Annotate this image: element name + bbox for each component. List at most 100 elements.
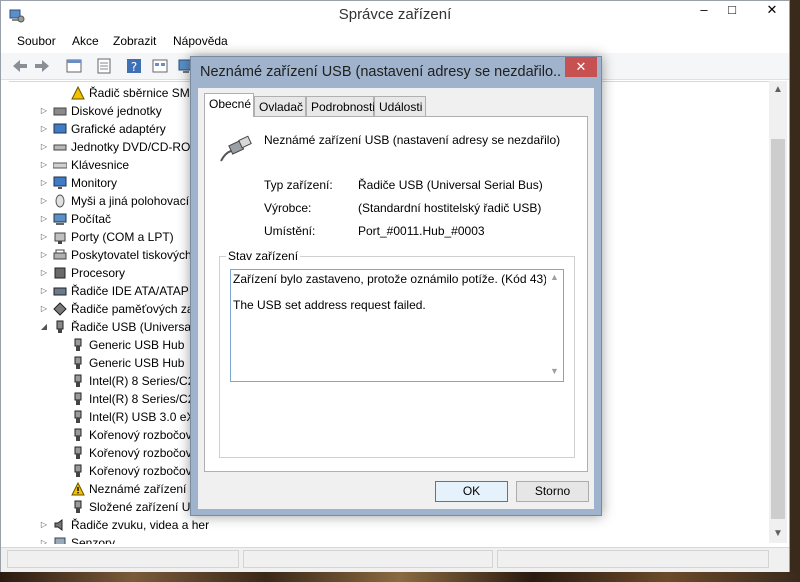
status-scrollbar[interactable]: ▲ ▼ [546,270,563,381]
disk-icon [53,104,67,118]
usb-plug-icon [71,500,85,514]
tree-item-label: Jednotky DVD/CD-ROM [71,140,201,154]
expand-arrow-icon[interactable]: ▷ [39,516,49,534]
port-icon [53,230,67,244]
printer-icon [53,248,67,262]
tree-item-label: Složené zařízení USB [89,500,207,514]
view-icon[interactable] [151,57,169,75]
status-scroll-down-icon[interactable]: ▼ [546,366,563,376]
tree-item-label: Neznámé zařízení U [89,482,199,496]
monitor-icon [53,176,67,190]
expand-arrow-icon[interactable]: ▷ [39,138,49,156]
expand-arrow-icon[interactable]: ▷ [39,210,49,228]
status-scroll-up-icon[interactable]: ▲ [546,272,563,282]
device-status-textbox[interactable]: Zařízení bylo zastaveno, protože oznámil… [230,269,564,382]
expand-arrow-icon[interactable]: ▷ [39,300,49,318]
storage-controller-icon [53,302,67,316]
usb-plug-icon [71,464,85,478]
ide-controller-icon [53,284,67,298]
tab-ovladac[interactable]: Ovladač [254,96,306,116]
expand-arrow-icon[interactable]: ▷ [39,120,49,138]
expand-arrow-icon[interactable]: ▷ [39,534,49,544]
tree-item-label: Kořenový rozbočova [89,464,199,478]
dvd-icon [53,140,67,154]
expand-arrow-icon[interactable]: ▷ [39,228,49,246]
mouse-icon [53,194,67,208]
computer-icon [53,212,67,226]
scrollbar-thumb[interactable] [771,139,785,519]
scroll-down-icon[interactable]: ▼ [769,525,787,543]
expand-arrow-icon[interactable]: ▷ [39,264,49,282]
tree-item-label: Intel(R) 8 Series/C2 [89,374,195,388]
status-pane-3 [497,550,769,568]
menu-soubor[interactable]: Soubor [17,34,56,48]
device-type-label: Typ zařízení: [264,178,333,192]
tree-item-label: Grafické adaptéry [71,122,166,136]
sensor-icon [53,536,67,544]
usb-icon [53,320,67,334]
tree-item-label: Diskové jednotky [71,104,162,118]
dialog-close-button[interactable]: ✕ [565,57,597,77]
keyboard-icon [52,158,68,172]
device-type-value: Řadiče USB (Universal Serial Bus) [358,178,543,192]
tab-panel-general: Neznámé zařízení USB (nastavení adresy s… [204,116,588,472]
location-value: Port_#0011.Hub_#0003 [358,224,485,238]
usb-plug-icon [71,338,85,352]
tree-item-label: Řadiče IDE ATA/ATAPI [71,284,193,298]
svg-text:?: ? [131,60,137,74]
properties-icon[interactable] [65,57,83,75]
warning-chip-icon [71,85,85,100]
expand-arrow-icon[interactable]: ▷ [39,156,49,174]
usb-plug-icon [71,410,85,424]
tab-podrobnosti[interactable]: Podrobnosti [306,96,375,116]
status-line-2: The USB set address request failed. [233,298,426,312]
device-status-group: Stav zařízení Zařízení bylo zastaveno, p… [219,249,575,458]
display-adapter-icon [53,122,67,136]
title-bar[interactable]: Správce zařízení – □ ✕ [1,1,789,29]
menu-zobrazit[interactable]: Zobrazit [113,34,156,48]
forward-icon[interactable] [33,57,51,75]
vertical-scrollbar[interactable]: ▲ ▼ [769,81,787,543]
usb-plug-icon [71,392,85,406]
tree-item-label: Myši a jiná polohovací [71,194,190,208]
menu-napoveda[interactable]: Nápověda [173,34,228,48]
expand-arrow-icon[interactable]: ▷ [39,246,49,264]
expand-arrow-icon[interactable]: ▷ [39,102,49,120]
show-hide-icon[interactable] [95,57,113,75]
tree-item-label: Řadiče zvuku, videa a her [71,518,210,532]
usb-plug-icon [71,374,85,388]
manufacturer-label: Výrobce: [264,201,312,215]
close-button[interactable]: ✕ [757,1,787,21]
status-pane-2 [243,550,493,568]
scroll-up-icon[interactable]: ▲ [769,81,787,99]
tree-item-label: Kořenový rozbočova [89,446,199,460]
usb-plug-icon [71,446,85,460]
minimize-button[interactable]: – [689,1,719,21]
collapse-arrow-icon[interactable]: ◢ [39,318,49,336]
ok-button[interactable]: OK [435,481,508,502]
expand-arrow-icon[interactable]: ▷ [39,282,49,300]
cancel-button[interactable]: Storno [516,481,589,502]
tree-item-label: Klávesnice [71,158,130,172]
maximize-button[interactable]: □ [717,1,747,21]
expand-arrow-icon[interactable]: ▷ [39,174,49,192]
menu-akce[interactable]: Akce [72,34,99,48]
tree-item-label: Monitory [71,176,118,190]
device-properties-dialog: Neznámé zařízení USB (nastavení adresy s… [190,56,602,516]
tab-obecne[interactable]: Obecné [204,93,254,117]
device-name: Neznámé zařízení USB (nastavení adresy s… [264,133,561,147]
back-icon[interactable] [11,57,29,75]
dialog-title[interactable]: Neznámé zařízení USB (nastavení adresy s… [200,64,560,80]
help-icon[interactable]: ? [125,57,143,75]
dialog-client-area: Obecné Ovladač Podrobnosti Události Nezn… [198,88,594,509]
tree-item-label: Poskytovatel tiskových [71,248,192,262]
tree-item-label: Procesory [71,266,126,280]
tree-item-label: Intel(R) USB 3.0 eXt [89,410,198,424]
tree-item-label: Porty (COM a LPT) [71,230,174,244]
tree-item-label: Senzory [71,536,116,544]
status-pane-1 [7,550,239,568]
expand-arrow-icon[interactable]: ▷ [39,192,49,210]
tab-udalosti[interactable]: Události [374,96,426,116]
location-label: Umístění: [264,224,316,238]
window-title: Správce zařízení [338,6,452,23]
